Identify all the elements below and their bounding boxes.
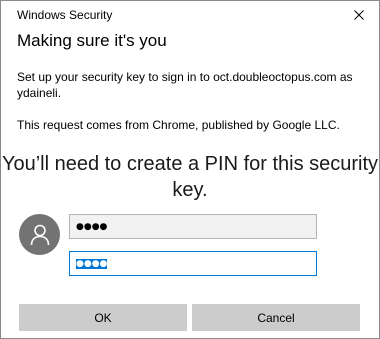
window-title: Windows Security (17, 8, 113, 22)
close-button[interactable] (339, 1, 379, 29)
close-icon (354, 10, 364, 20)
avatar (19, 214, 60, 255)
request-info: This request comes from Chrome, publishe… (17, 118, 340, 132)
dialog-heading: Making sure it's you (17, 31, 167, 50)
ok-button[interactable]: OK (19, 304, 187, 331)
new-pin-input[interactable] (69, 214, 317, 239)
user-icon (30, 224, 50, 246)
cancel-button[interactable]: Cancel (192, 304, 360, 331)
security-dialog: Windows Security Making sure it's you Se… (0, 0, 380, 339)
title-bar: Windows Security (1, 1, 379, 29)
pin-instruction: You’ll need to create a PIN for this sec… (1, 153, 379, 201)
confirm-pin-input[interactable] (69, 251, 317, 276)
dialog-description: Set up your security key to sign in to o… (17, 70, 353, 100)
